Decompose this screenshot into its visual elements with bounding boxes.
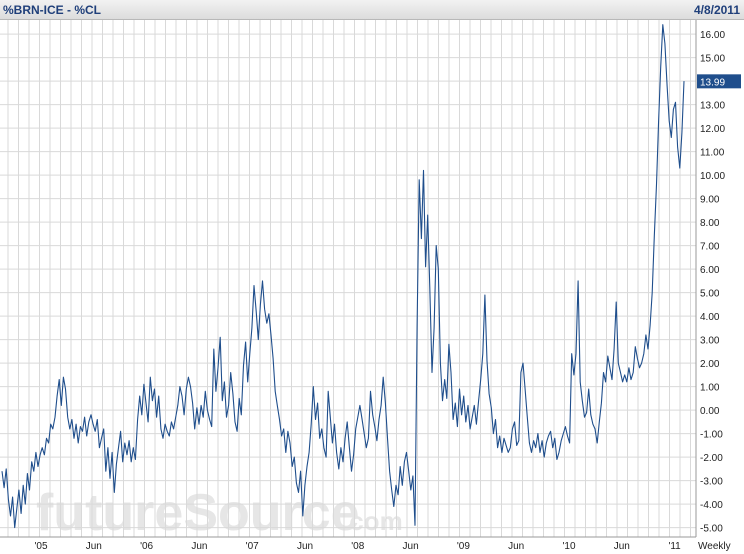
y-tick-label: 8.00: [700, 218, 720, 229]
y-tick-label: 16.00: [700, 30, 725, 41]
x-tick-label: Jun: [614, 541, 630, 552]
last-value-label: 13.99: [700, 77, 725, 88]
y-tick-label: 4.00: [700, 312, 720, 323]
x-tick-label: Jun: [508, 541, 524, 552]
y-tick-label: -1.00: [700, 430, 723, 441]
y-tick-label: 12.00: [700, 124, 725, 135]
x-tick-label: Jun: [86, 541, 102, 552]
series-line: [1, 24, 685, 529]
x-tick-label: '09: [457, 541, 470, 552]
watermark-main: futureSource: [36, 484, 360, 542]
x-tick-label: '08: [351, 541, 364, 552]
period-label: Weekly: [698, 541, 731, 552]
y-tick-label: 11.00: [700, 148, 725, 159]
y-tick-label: -5.00: [700, 524, 723, 535]
y-tick-label: 13.00: [700, 101, 725, 112]
y-tick-label: 3.00: [700, 336, 720, 347]
y-tick-label: -4.00: [700, 500, 723, 511]
x-tick-label: '10: [562, 541, 575, 552]
watermark: futureSource .com: [36, 484, 403, 542]
y-tick-label: 2.00: [700, 359, 720, 370]
x-tick-label: Jun: [191, 541, 207, 552]
price-spread-chart[interactable]: futureSource .com -5.00 -4.00 -3.00 -2.00 -1…: [0, 0, 744, 554]
grid: [0, 20, 696, 537]
y-tick-label: 6.00: [700, 265, 720, 276]
series: [1, 24, 685, 529]
x-tick-label: Jun: [403, 541, 419, 552]
y-tick-label: 10.00: [700, 171, 725, 182]
y-axis: -5.00 -4.00 -3.00 -2.00 -1.00 0.00 1.00 2.00 3.0…: [695, 20, 725, 537]
y-tick-label: 1.00: [700, 383, 720, 394]
x-tick-label: Jun: [297, 541, 313, 552]
y-tick-label: 5.00: [700, 289, 720, 300]
last-value-badge: 13.99: [697, 74, 741, 89]
x-tick-label: '11: [668, 541, 681, 552]
y-tick-label: -3.00: [700, 477, 723, 488]
y-tick-label: 0.00: [700, 406, 720, 417]
x-tick-label: '07: [246, 541, 259, 552]
y-tick-label: 9.00: [700, 195, 720, 206]
y-tick-label: 15.00: [700, 54, 725, 65]
x-tick-label: '06: [140, 541, 153, 552]
y-tick-label: 7.00: [700, 242, 720, 253]
y-tick-label: -2.00: [700, 453, 723, 464]
watermark-suffix: .com: [342, 506, 403, 536]
x-tick-label: '05: [34, 541, 47, 552]
